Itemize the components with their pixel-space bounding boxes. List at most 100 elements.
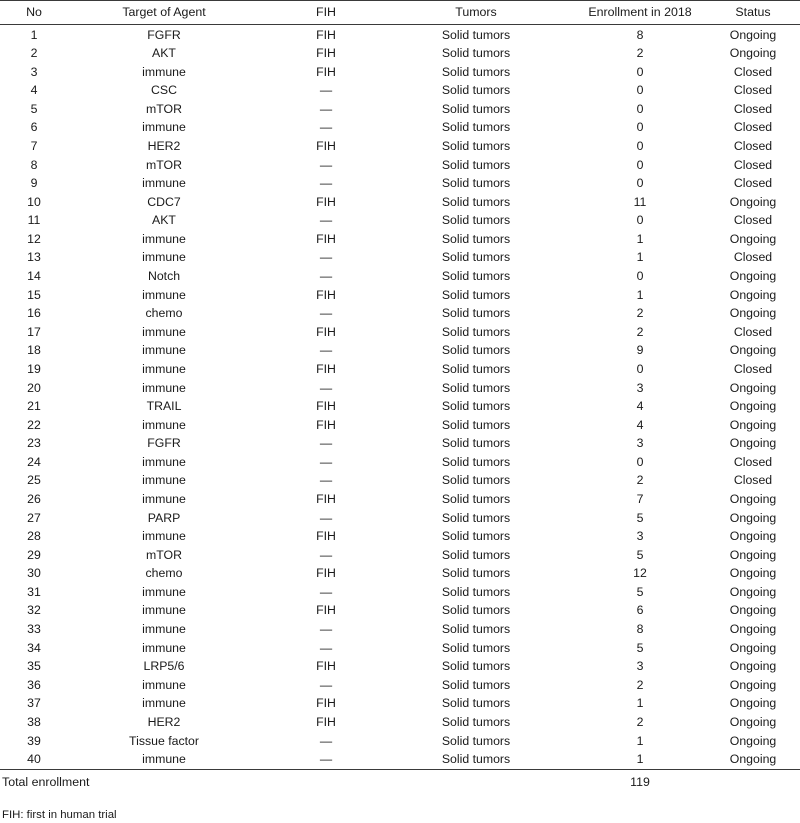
cell-target: immune (142, 677, 186, 692)
cell-enroll: 3 (636, 436, 644, 451)
cell-target: Tissue factor (129, 733, 199, 748)
cell-enroll: 2 (636, 677, 644, 692)
cell-enroll: 12 (633, 566, 647, 581)
cell-target: immune (142, 492, 186, 506)
cell-fih: FIH (316, 603, 336, 618)
cell-no: 16 (27, 306, 41, 321)
cell-status: Ongoing (729, 566, 777, 581)
cell-status: Closed (733, 83, 773, 98)
cell-target: FGFR (147, 436, 181, 451)
cell-no: 39 (27, 733, 41, 748)
cell-no: 3 (30, 64, 38, 79)
cell-fih: — (319, 640, 333, 655)
cell-fih: FIH (316, 399, 336, 414)
cell-status: Closed (733, 101, 773, 116)
cell-fih: FIH (316, 417, 336, 432)
cell-no: 9 (30, 176, 38, 191)
table-row: 10 CDC7 FIH Solid tumors 11 Ongoing (0, 193, 800, 212)
cell-enroll: 3 (636, 659, 644, 674)
cell-enroll: 5 (636, 510, 644, 525)
cell-enroll: 0 (636, 361, 644, 376)
cell-tumors: Solid tumors (441, 733, 511, 748)
cell-tumors: Solid tumors (441, 231, 511, 246)
cell-enroll: 4 (636, 417, 644, 432)
cell-tumors: Solid tumors (441, 677, 511, 692)
cell-enroll: 0 (636, 139, 644, 154)
cell-target: immune (142, 250, 186, 265)
cell-fih: FIH (316, 529, 336, 544)
cell-fih: — (319, 547, 333, 562)
cell-enroll: 2 (636, 714, 644, 729)
cell-target: immune (142, 343, 186, 358)
cell-tumors: Solid tumors (441, 120, 511, 135)
cell-target: immune (142, 473, 186, 488)
cell-fih: — (319, 306, 333, 321)
cell-status: Closed (733, 139, 773, 154)
cell-tumors: Solid tumors (441, 46, 511, 61)
column-header-no: No (0, 0, 68, 26)
cell-tumors: Solid tumors (441, 213, 511, 228)
cell-status: Ongoing (729, 584, 777, 599)
column-header-status: Status (724, 0, 800, 26)
cell-fih: — (319, 101, 333, 116)
cell-enroll: 0 (636, 176, 644, 191)
cell-fih: — (319, 269, 333, 284)
cell-target: CSC (151, 83, 177, 98)
cell-fih: — (319, 436, 333, 451)
cell-status: Closed (733, 324, 773, 339)
cell-enroll: 7 (636, 492, 644, 506)
cell-target: TRAIL (146, 399, 182, 414)
cell-enroll: 0 (636, 64, 644, 79)
cell-target: immune (142, 287, 186, 302)
cell-enroll: 11 (633, 194, 647, 209)
column-header-fih: FIH (260, 0, 392, 26)
table-row: 13 immune — Solid tumors 1 Closed (0, 248, 800, 267)
cell-fih: FIH (316, 231, 336, 246)
cell-status: Ongoing (729, 269, 777, 284)
cell-status: Closed (733, 64, 773, 79)
cell-status: Ongoing (729, 529, 777, 544)
cell-enroll: 0 (636, 101, 644, 116)
cell-enroll: 3 (636, 380, 644, 395)
cell-no: 13 (27, 250, 41, 265)
cell-status: Ongoing (729, 27, 777, 42)
cell-status: Ongoing (729, 696, 777, 711)
cell-target: HER2 (147, 139, 181, 154)
cell-tumors: Solid tumors (441, 27, 511, 42)
cell-target: immune (68, 749, 260, 770)
cell-target: Notch (147, 269, 181, 284)
cell-no: 8 (30, 157, 38, 172)
cell-target: immune (142, 120, 186, 135)
cell-status: Closed (733, 157, 773, 172)
cell-tumors: Solid tumors (441, 510, 511, 525)
cell-status: Ongoing (729, 287, 777, 302)
table-row: 36 immune — Solid tumors 2 Ongoing (0, 676, 800, 695)
cell-no: 40 (0, 749, 68, 770)
table-row: 12 immune FIH Solid tumors 1 Ongoing (0, 230, 800, 249)
cell-target: immune (142, 176, 186, 191)
cell-enroll: 3 (636, 529, 644, 544)
cell-enroll: 0 (636, 269, 644, 284)
cell-fih: — (319, 380, 333, 395)
cell-no: 23 (27, 436, 41, 451)
cell-status: Ongoing (729, 380, 777, 395)
table-header-row: No Target of Agent FIH Tumors Enrollment… (0, 0, 800, 26)
cell-tumors: Solid tumors (441, 139, 511, 154)
cell-tumors: Solid tumors (441, 269, 511, 284)
cell-status: Closed (733, 361, 773, 376)
cell-enroll: 2 (636, 306, 644, 321)
cell-fih: — (319, 510, 333, 525)
table-row: 9 immune — Solid tumors 0 Closed (0, 174, 800, 193)
cell-target: immune (142, 603, 186, 618)
column-header-target: Target of Agent (68, 0, 260, 26)
cell-status: Closed (733, 213, 773, 228)
cell-no: 32 (27, 603, 41, 618)
cell-no: 5 (30, 101, 38, 116)
cell-status: Ongoing (729, 547, 777, 562)
cell-enroll: 0 (636, 120, 644, 135)
table-footnote: FIH: first in human trial (2, 808, 117, 821)
cell-status: Closed (733, 250, 773, 265)
cell-tumors: Solid tumors (441, 714, 511, 729)
cell-tumors: Solid tumors (441, 101, 511, 116)
cell-no: 19 (27, 361, 41, 376)
